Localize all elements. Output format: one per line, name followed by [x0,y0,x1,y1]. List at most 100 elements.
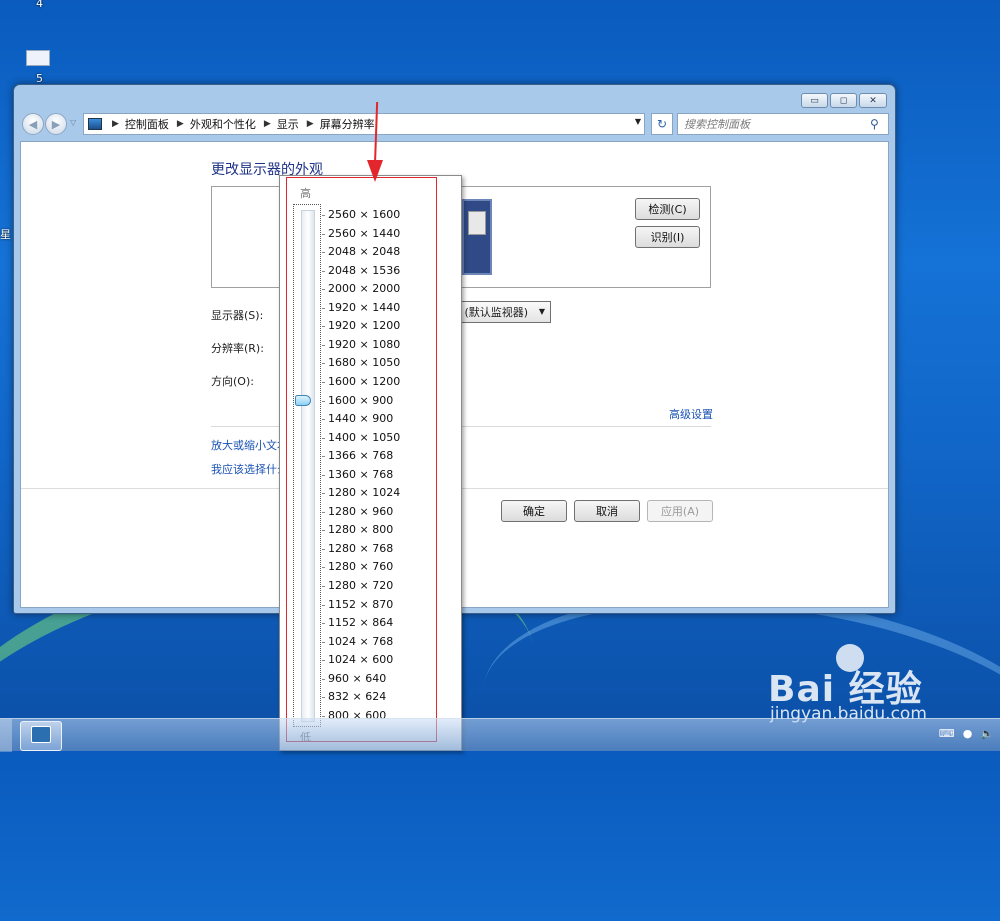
resolution-option[interactable]: 1280 × 1024 [328,486,400,499]
slider-tick [322,679,325,680]
advanced-settings-link[interactable]: 高级设置 [669,406,713,422]
resolution-option[interactable]: 1280 × 960 [328,505,393,518]
system-tray: ⌨ ● 🔈 [939,727,994,740]
slider-tick [322,271,325,272]
resolution-option[interactable]: 1360 × 768 [328,468,393,481]
desktop-file-icon[interactable] [26,50,50,66]
slider-tick [322,234,325,235]
control-panel-icon [31,726,51,743]
search-placeholder: 搜索控制面板 [684,118,750,131]
breadcrumb-chevron-icon[interactable]: ▶ [177,119,184,129]
forward-arrow-icon[interactable]: ▶ [45,113,67,135]
resolution-option[interactable]: 1366 × 768 [328,449,393,462]
resolution-label: 分辨率(R): [211,342,264,355]
breadcrumb-appearance[interactable]: 外观和个性化 [190,116,256,132]
resolution-option[interactable]: 1680 × 1050 [328,356,400,369]
slider-tick [322,438,325,439]
cancel-button[interactable]: 取消 [574,500,640,522]
slider-tick [322,308,325,309]
close-button[interactable]: ✕ [859,93,887,108]
resolution-option[interactable]: 2048 × 1536 [328,264,400,277]
breadcrumb-chevron-icon[interactable]: ▶ [112,119,119,129]
resolution-option[interactable]: 2048 × 2048 [328,245,400,258]
control-panel-icon [88,118,102,130]
resolution-option[interactable]: 1152 × 870 [328,598,393,611]
slider-tick [322,660,325,661]
minimize-button[interactable]: ▭ [801,93,828,108]
maximize-button[interactable]: ◻ [830,93,857,108]
resolution-option[interactable]: 1280 × 720 [328,579,393,592]
slider-tick [322,549,325,550]
slider-tick [322,716,325,717]
resolution-option[interactable]: 832 × 624 [328,690,386,703]
resolution-slider-track[interactable] [301,210,315,722]
resolution-option[interactable]: 1600 × 1200 [328,375,400,388]
slider-tick [322,475,325,476]
resolution-option[interactable]: 1920 × 1440 [328,301,400,314]
window-controls: ▭ ◻ ✕ [801,93,887,108]
slider-tick [322,586,325,587]
help-choose-link[interactable]: 我应该选择什么 [211,461,288,477]
breadcrumb-display[interactable]: 显示 [277,116,299,132]
slider-tick [322,530,325,531]
address-dropdown-icon[interactable]: ▼ [635,117,641,126]
resolution-option[interactable]: 1600 × 900 [328,394,393,407]
volume-icon[interactable]: 🔈 [980,727,994,740]
detect-button[interactable]: 检测(C) [635,198,700,220]
annotation-arrow-head-icon [367,160,383,182]
taskbar-control-panel-button[interactable] [20,721,62,751]
slider-tick [322,419,325,420]
slider-tick [322,512,325,513]
resolution-option[interactable]: 2560 × 1440 [328,227,400,240]
keyboard-icon[interactable]: ⌨ [939,727,955,740]
qq-icon[interactable]: ● [963,727,973,740]
breadcrumb-control-panel[interactable]: 控制面板 [125,116,169,132]
breadcrumb-screen-resolution[interactable]: 屏幕分辨率 [320,116,375,132]
resolution-slider-thumb[interactable] [295,395,311,406]
monitor-thumbnail-icon[interactable] [462,199,492,275]
resolution-option[interactable]: 1920 × 1080 [328,338,400,351]
resolution-option[interactable]: 1440 × 900 [328,412,393,425]
desktop-icon-label[interactable]: 星 [0,226,11,242]
resolution-option[interactable]: 1400 × 1050 [328,431,400,444]
refresh-icon[interactable]: ↻ [651,113,673,135]
slider-tick [322,252,325,253]
address-bar[interactable]: ▶ 控制面板 ▶ 外观和个性化 ▶ 显示 ▶ 屏幕分辨率 ▼ [83,113,645,135]
slider-tick [322,493,325,494]
back-arrow-icon[interactable]: ◀ [22,113,44,135]
search-input[interactable]: 搜索控制面板 ⚲ [677,113,889,135]
resolution-option[interactable]: 1920 × 1200 [328,319,400,332]
resolution-option[interactable]: 1024 × 768 [328,635,393,648]
ok-button[interactable]: 确定 [501,500,567,522]
slider-tick [322,605,325,606]
resolution-option[interactable]: 2560 × 1600 [328,208,400,221]
breadcrumb-chevron-icon[interactable]: ▶ [307,119,314,129]
resolution-option[interactable]: 1024 × 600 [328,653,393,666]
slider-tick [322,642,325,643]
text-size-link[interactable]: 放大或缩小文本 [211,437,288,453]
slider-tick [322,326,325,327]
slider-tick [322,623,325,624]
desktop-icon-label[interactable]: 4 [36,0,43,10]
identify-button[interactable]: 识别(I) [635,226,700,248]
slider-tick [322,567,325,568]
slider-tick [322,382,325,383]
resolution-option[interactable]: 2000 × 2000 [328,282,400,295]
resolution-option[interactable]: 1280 × 800 [328,523,393,536]
slider-tick [322,215,325,216]
resolution-option[interactable]: 960 × 640 [328,672,386,685]
recent-pages-chevron-icon[interactable]: ▽ [70,118,76,127]
resolution-option[interactable]: 1152 × 864 [328,616,393,629]
slider-high-label: 高 [300,187,311,200]
start-button[interactable] [0,719,12,752]
slider-tick [322,289,325,290]
resolution-option[interactable]: 1280 × 768 [328,542,393,555]
taskbar: ⌨ ● 🔈 [0,718,1000,752]
display-label: 显示器(S): [211,309,264,322]
navigation-bar: ◀ ▶ ▽ ▶ 控制面板 ▶ 外观和个性化 ▶ 显示 ▶ 屏幕分辨率 ▼ ↻ 搜… [20,112,889,137]
breadcrumb-chevron-icon[interactable]: ▶ [264,119,271,129]
search-icon[interactable]: ⚲ [870,117,884,131]
resolution-option[interactable]: 1280 × 760 [328,560,393,573]
slider-tick [322,401,325,402]
apply-button[interactable]: 应用(A) [647,500,713,522]
